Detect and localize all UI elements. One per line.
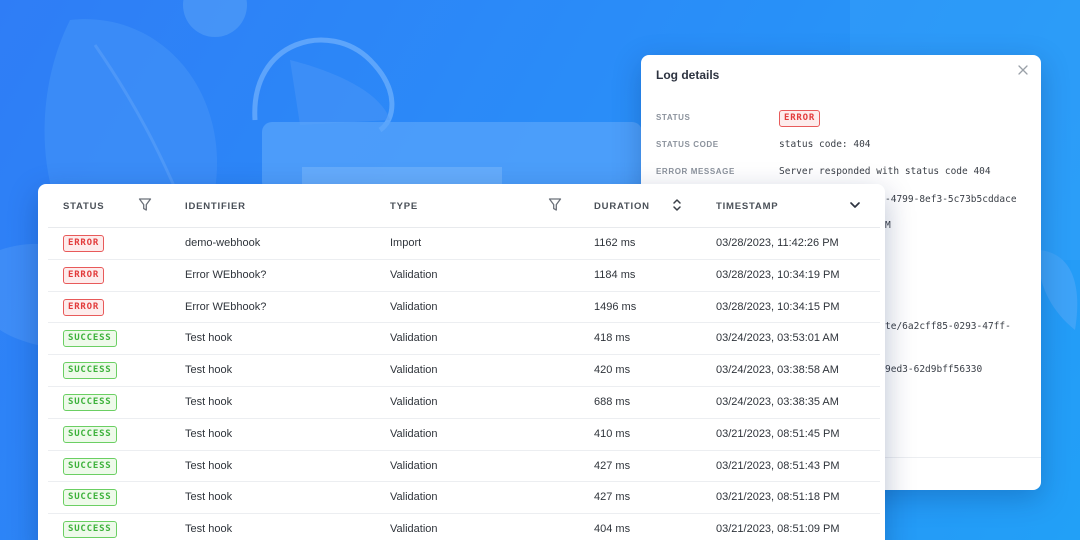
- detail-value-fragment: M: [885, 220, 891, 231]
- table-row[interactable]: SUCCESS Test hook Validation 688 ms 03/2…: [48, 387, 880, 419]
- status-badge: SUCCESS: [63, 362, 117, 380]
- cell-identifier: Test hook: [185, 364, 233, 377]
- table-row[interactable]: ERROR demo-webhook Import 1162 ms 03/28/…: [48, 228, 880, 260]
- cell-timestamp: 03/21/2023, 08:51:09 PM: [716, 523, 840, 536]
- cell-identifier: Test hook: [185, 427, 233, 440]
- close-icon-glyph: [1018, 65, 1028, 75]
- status-badge: ERROR: [63, 266, 105, 284]
- cell-timestamp: 03/28/2023, 11:42:26 PM: [716, 237, 839, 249]
- detail-label: STATUS: [656, 113, 691, 122]
- detail-label: ERROR MESSAGE: [656, 167, 735, 176]
- cell-type: Validation: [390, 300, 438, 313]
- cell-identifier: Test hook: [185, 332, 233, 345]
- detail-row-status-code: STATUS CODE status code: 404: [656, 134, 1031, 161]
- cell-timestamp: 03/24/2023, 03:38:58 AM: [716, 364, 839, 377]
- column-header-timestamp[interactable]: TIMESTAMP: [716, 201, 778, 212]
- cell-duration: 1184 ms: [594, 268, 636, 281]
- column-header-identifier[interactable]: IDENTIFIER: [185, 201, 246, 212]
- log-details-header: Log details: [641, 55, 1041, 91]
- sort-icon[interactable]: [670, 197, 684, 213]
- leaf-shape: [1039, 250, 1078, 330]
- detail-value: Server responded with status code 404: [779, 166, 991, 177]
- status-badge: SUCCESS: [63, 521, 117, 539]
- cell-type: Import: [390, 237, 422, 249]
- table-row[interactable]: SUCCESS Test hook Validation 427 ms 03/2…: [48, 482, 880, 515]
- filter-icon[interactable]: [548, 197, 562, 213]
- close-icon[interactable]: [1015, 63, 1031, 79]
- cell-timestamp: 03/21/2023, 08:51:18 PM: [716, 491, 840, 504]
- cell-type: Validation: [390, 459, 438, 472]
- column-header-type[interactable]: TYPE: [390, 201, 418, 212]
- cell-duration: 420 ms: [594, 364, 631, 377]
- cell-timestamp: 03/24/2023, 03:53:01 AM: [716, 332, 839, 345]
- log-details-fields: STATUS ERROR STATUS CODE status code: 40…: [656, 107, 1031, 188]
- cell-type: Validation: [390, 332, 438, 345]
- cell-duration: 404 ms: [594, 523, 631, 536]
- detail-value-fragment: te/6a2cff85-0293-47ff-: [885, 321, 1011, 332]
- cell-duration: 1162 ms: [594, 237, 636, 249]
- sort-icon-glyph: [673, 199, 681, 211]
- filter-icon[interactable]: [138, 197, 152, 213]
- cell-identifier: demo-webhook: [185, 237, 261, 249]
- cell-duration: 410 ms: [594, 427, 631, 440]
- table-row[interactable]: SUCCESS Test hook Validation 420 ms 03/2…: [48, 355, 880, 387]
- leaf-shape: [290, 60, 390, 125]
- cell-duration: 427 ms: [594, 459, 631, 472]
- column-header-duration[interactable]: DURATION: [594, 201, 650, 212]
- cell-duration: 427 ms: [594, 491, 631, 504]
- cell-duration: 688 ms: [594, 395, 631, 408]
- column-header-status[interactable]: STATUS: [63, 201, 104, 212]
- table-row[interactable]: SUCCESS Test hook Validation 427 ms 03/2…: [48, 451, 880, 483]
- detail-value-fragment: 9ed3-62d9bff56330: [885, 364, 983, 375]
- detail-label: STATUS CODE: [656, 140, 719, 149]
- log-details-title: Log details: [656, 68, 720, 82]
- status-badge: SUCCESS: [63, 330, 117, 348]
- status-badge: ERROR: [63, 235, 105, 252]
- cell-timestamp: 03/28/2023, 10:34:19 PM: [716, 268, 840, 281]
- detail-row-status: STATUS ERROR: [656, 107, 1031, 134]
- detail-value-fragment: -4799-8ef3-5c73b5cddace: [885, 194, 1017, 205]
- cell-identifier: Error WEbhook?: [185, 300, 267, 313]
- table-row[interactable]: ERROR Error WEbhook? Validation 1496 ms …: [48, 292, 880, 324]
- cell-type: Validation: [390, 364, 438, 377]
- cell-identifier: Error WEbhook?: [185, 268, 267, 281]
- cell-identifier: Test hook: [185, 491, 233, 504]
- cell-type: Validation: [390, 491, 438, 504]
- monitor-shape: [262, 122, 642, 192]
- cell-identifier: Test hook: [185, 459, 233, 472]
- cell-timestamp: 03/21/2023, 08:51:43 PM: [716, 459, 840, 472]
- filter-icon-glyph: [138, 198, 152, 211]
- cell-timestamp: 03/24/2023, 03:38:35 AM: [716, 395, 839, 408]
- webhook-logs-table: STATUS IDENTIFIER TYPE DURATION TIMESTAM…: [38, 184, 885, 540]
- status-badge: SUCCESS: [63, 425, 117, 443]
- chevron-down-icon-glyph: [850, 202, 860, 208]
- detail-value: status code: 404: [779, 139, 871, 150]
- cell-timestamp: 03/28/2023, 10:34:15 PM: [716, 300, 840, 313]
- balloon-shape: [183, 0, 247, 37]
- cell-duration: 418 ms: [594, 332, 631, 345]
- chevron-down-icon[interactable]: [848, 197, 862, 213]
- table-header: STATUS IDENTIFIER TYPE DURATION TIMESTAM…: [48, 184, 880, 228]
- cell-type: Validation: [390, 395, 438, 408]
- cell-identifier: Test hook: [185, 395, 233, 408]
- status-badge: ERROR: [63, 298, 105, 316]
- curve-line: [252, 37, 395, 133]
- cell-duration: 1496 ms: [594, 300, 637, 313]
- cell-type: Validation: [390, 427, 438, 440]
- table-row[interactable]: SUCCESS Test hook Validation 410 ms 03/2…: [48, 419, 880, 451]
- cell-timestamp: 03/21/2023, 08:51:45 PM: [716, 427, 840, 440]
- table-body: ERROR demo-webhook Import 1162 ms 03/28/…: [48, 228, 880, 540]
- table-row[interactable]: ERROR Error WEbhook? Validation 1184 ms …: [48, 260, 880, 292]
- cell-identifier: Test hook: [185, 523, 233, 536]
- table-row[interactable]: SUCCESS Test hook Validation 404 ms 03/2…: [48, 514, 880, 540]
- filter-icon-glyph: [548, 198, 562, 211]
- status-badge: SUCCESS: [63, 457, 117, 475]
- status-badge: SUCCESS: [63, 489, 117, 507]
- cell-type: Validation: [390, 268, 438, 281]
- cell-type: Validation: [390, 523, 438, 536]
- status-badge: ERROR: [779, 110, 821, 127]
- table-row[interactable]: SUCCESS Test hook Validation 418 ms 03/2…: [48, 323, 880, 356]
- status-badge: SUCCESS: [63, 393, 117, 411]
